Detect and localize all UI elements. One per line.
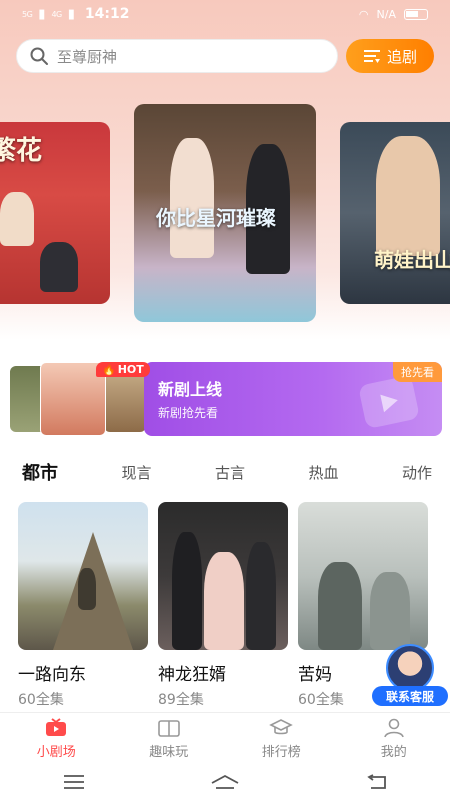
drama-cover xyxy=(18,502,148,650)
carousel-poster-right[interactable]: 萌娃出山 xyxy=(340,122,450,304)
wifi-icon: ◠ xyxy=(358,7,369,21)
featured-carousel[interactable]: 繁花 你比星河璀璨 萌娃出山 xyxy=(0,104,450,324)
book-icon xyxy=(157,719,180,737)
drama-card[interactable]: 神龙狂婿 89全集 xyxy=(158,502,288,709)
follow-drama-button[interactable]: 追剧 xyxy=(346,39,434,73)
tab-category-1[interactable]: 现言 xyxy=(121,462,151,483)
tab-category-4[interactable]: 动作 xyxy=(402,462,432,483)
customer-service-label: 联系客服 xyxy=(372,686,448,706)
search-icon xyxy=(30,47,48,65)
poster-title-left: 繁花 xyxy=(0,136,43,166)
nav-item-ranking[interactable]: 排行榜 xyxy=(225,713,338,764)
poster-title-right: 萌娃出山 xyxy=(374,248,450,272)
bottom-nav: 小剧场 趣味玩 排行榜 我的 xyxy=(0,712,450,764)
user-icon xyxy=(383,718,404,737)
home-icon[interactable] xyxy=(210,774,240,790)
system-nav-bar xyxy=(0,764,450,800)
tv-icon xyxy=(46,717,67,736)
poster-figure xyxy=(40,242,78,292)
hot-badge: 🔥 HOT xyxy=(96,362,150,377)
preview-badge: 抢先看 xyxy=(393,362,442,382)
poster-title-center: 你比星河璀璨 xyxy=(156,206,276,230)
nav-item-fun[interactable]: 趣味玩 xyxy=(113,713,226,764)
drama-cover xyxy=(158,502,288,650)
cover-figure xyxy=(204,552,244,650)
signal-label-4g: 4G xyxy=(51,9,62,19)
poster-figure-woman xyxy=(170,138,214,258)
cover-figure xyxy=(370,572,410,650)
status-time: 14:12 xyxy=(84,6,130,22)
poster-figure-child xyxy=(376,136,440,256)
carousel-poster-center[interactable]: 你比星河璀璨 xyxy=(134,104,316,322)
drama-title: 神龙狂婿 xyxy=(158,665,226,685)
drama-card[interactable]: 一路向东 60全集 xyxy=(18,502,148,709)
tab-category-3[interactable]: 热血 xyxy=(308,462,338,483)
cover-figure xyxy=(78,568,96,610)
banner-card[interactable]: 新剧上线 新剧抢先看 抢先看 xyxy=(144,362,442,436)
search-input[interactable]: 至尊厨神 xyxy=(16,39,338,73)
status-na: N/A xyxy=(376,7,396,21)
menu-icon[interactable] xyxy=(63,774,85,790)
cover-figure xyxy=(172,532,202,650)
nav-item-theater[interactable]: 小剧场 xyxy=(0,713,113,764)
flame-icon: 🔥 xyxy=(102,363,116,376)
carousel-poster-left[interactable]: 繁花 xyxy=(0,122,110,304)
poster-figure xyxy=(0,192,34,246)
customer-service-button[interactable]: 联系客服 xyxy=(372,644,448,708)
signal-icon: ▮ xyxy=(38,6,46,22)
cover-figure xyxy=(246,542,276,650)
back-icon[interactable] xyxy=(365,774,387,790)
drama-cover xyxy=(298,502,428,650)
nav-item-profile[interactable]: 我的 xyxy=(338,713,450,764)
battery-icon xyxy=(404,8,428,20)
drama-episodes: 89全集 xyxy=(158,692,204,708)
list-icon xyxy=(363,50,380,63)
signal-icon-2: ▮ xyxy=(67,6,75,22)
nav-label: 小剧场 xyxy=(36,744,76,760)
category-tabs: 都市 现言 古言 热血 动作 xyxy=(22,460,432,484)
cover-figure xyxy=(318,562,362,650)
search-row: 至尊厨神 追剧 xyxy=(16,38,434,74)
signal-label-5g: 5G xyxy=(22,9,33,19)
nav-label: 趣味玩 xyxy=(149,744,189,760)
follow-drama-label: 追剧 xyxy=(386,47,417,66)
drama-title: 一路向东 xyxy=(18,665,86,685)
nav-label: 排行榜 xyxy=(261,744,301,760)
banner-covers: 🔥 HOT xyxy=(8,362,150,436)
hot-label: HOT xyxy=(117,363,144,376)
tab-category-2[interactable]: 古言 xyxy=(215,462,245,483)
status-bar: 5G ▮ 4G ▮ 14:12 ◠ N/A xyxy=(0,0,450,28)
tab-category-0[interactable]: 都市 xyxy=(22,459,58,485)
nav-label: 我的 xyxy=(380,744,407,760)
agent-avatar xyxy=(386,644,434,692)
new-drama-banner[interactable]: 🔥 HOT 新剧上线 新剧抢先看 抢先看 xyxy=(8,356,442,438)
drama-episodes: 60全集 xyxy=(18,692,64,708)
trophy-icon xyxy=(269,718,294,734)
search-placeholder: 至尊厨神 xyxy=(57,47,118,66)
